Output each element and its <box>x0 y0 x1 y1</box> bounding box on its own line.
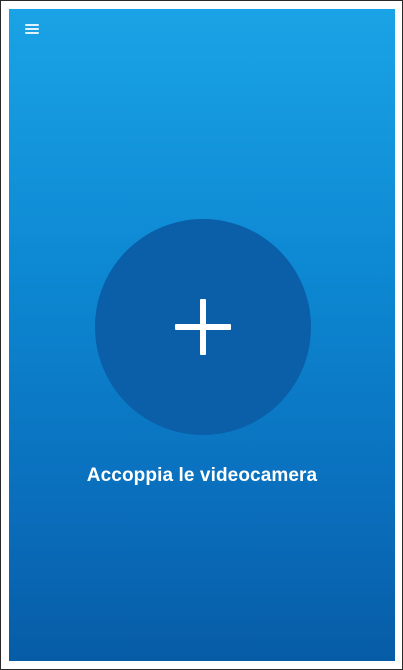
hamburger-menu-icon[interactable] <box>25 24 39 35</box>
plus-vertical-bar <box>200 299 206 355</box>
menu-line <box>25 32 39 34</box>
app-screen: Accoppia le videocamera <box>9 9 395 661</box>
pair-camera-label: Accoppia le videocamera <box>86 465 318 486</box>
pair-camera-button[interactable] <box>95 219 311 435</box>
device-frame: Accoppia le videocamera <box>0 0 403 670</box>
menu-line <box>25 24 39 26</box>
plus-icon <box>175 299 231 355</box>
menu-line <box>25 28 39 30</box>
